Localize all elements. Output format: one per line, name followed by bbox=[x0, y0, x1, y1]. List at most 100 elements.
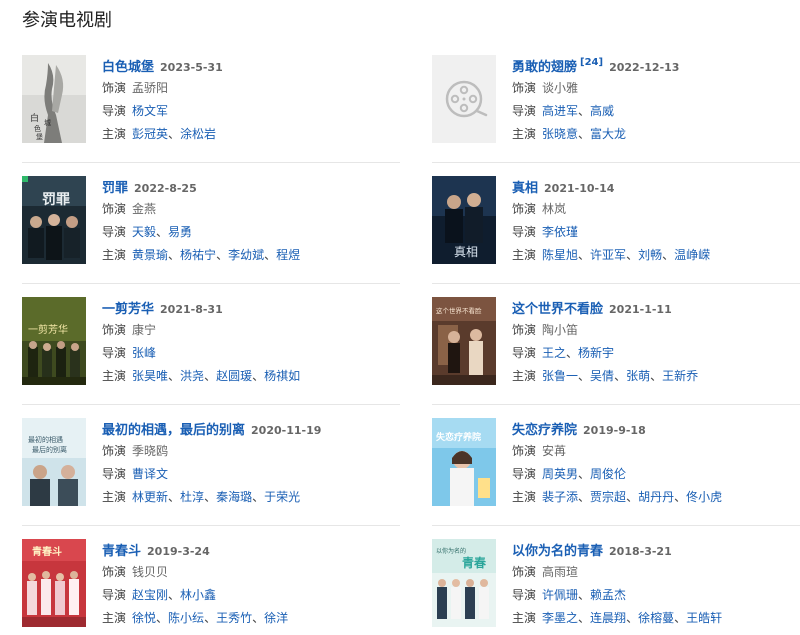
release-date: 2021-8-31 bbox=[160, 303, 223, 316]
star-line-link[interactable]: 胡丹丹 bbox=[638, 490, 674, 504]
white-castle-poster[interactable]: 白 色 城 堡 bbox=[22, 55, 86, 143]
work-title-link[interactable]: 白色城堡 bbox=[102, 60, 154, 75]
star-line-label: 主演 bbox=[102, 611, 127, 625]
director-line-link[interactable]: 天毅 bbox=[132, 225, 156, 239]
star-line-link[interactable]: 程煜 bbox=[276, 248, 300, 262]
role-line-value: 钱贝贝 bbox=[132, 565, 169, 579]
separator: 、 bbox=[578, 467, 591, 481]
star-line-link[interactable]: 张萌 bbox=[626, 369, 650, 383]
star-line-label: 主演 bbox=[512, 248, 537, 262]
director-line-link[interactable]: 周俊伦 bbox=[590, 467, 626, 481]
youth-fight-poster[interactable]: 青春斗 bbox=[22, 539, 86, 627]
work-title-link[interactable]: 失恋疗养院 bbox=[512, 423, 577, 438]
star-line-link[interactable]: 洪尧 bbox=[180, 369, 204, 383]
row-divider bbox=[22, 404, 400, 405]
director-line-link[interactable]: 曹译文 bbox=[132, 467, 168, 481]
role-line: 饰演 安苒 bbox=[512, 440, 800, 463]
director-line: 导演 杨文军 bbox=[102, 100, 402, 123]
star-line-link[interactable]: 吴倩 bbox=[590, 369, 614, 383]
star-line-link[interactable]: 许亚军 bbox=[590, 248, 626, 262]
director-line-label: 导演 bbox=[102, 588, 127, 602]
director-line-link[interactable]: 林小鑫 bbox=[180, 588, 216, 602]
director-line-link[interactable]: 杨新宇 bbox=[578, 346, 614, 360]
separator: 、 bbox=[252, 611, 265, 625]
work-title-link[interactable]: 罚罪 bbox=[102, 181, 128, 196]
reference-link[interactable]: [24] bbox=[580, 57, 603, 68]
svg-text:罚罪: 罚罪 bbox=[42, 192, 70, 208]
work-title-link[interactable]: 以你为名的青春 bbox=[512, 544, 603, 559]
separator: 、 bbox=[578, 588, 591, 602]
youth-in-your-name-poster[interactable]: 以你为名的 青春 bbox=[432, 539, 496, 627]
star-line-link[interactable]: 富大龙 bbox=[590, 127, 626, 141]
star-line-link[interactable]: 裴子添 bbox=[542, 490, 578, 504]
director-line-link[interactable]: 周英男 bbox=[542, 467, 578, 481]
work-title-link[interactable]: 最初的相遇，最后的别离 bbox=[102, 423, 245, 438]
star-line-link[interactable]: 张昊唯 bbox=[132, 369, 168, 383]
star-line-link[interactable]: 刘畅 bbox=[638, 248, 662, 262]
first-meeting-poster[interactable]: 最初的相遇 最后的别离 bbox=[22, 418, 86, 506]
svg-text:失恋疗养院: 失恋疗养院 bbox=[436, 431, 481, 443]
work-info: 以你为名的青春 2018-3-21 饰演 高雨瑄 导演 许佩珊、赖孟杰 主演 李墨之、连晨翔、… bbox=[512, 539, 800, 630]
star-line-link[interactable]: 陈小纭 bbox=[168, 611, 204, 625]
star-line-link[interactable]: 彭冠英 bbox=[132, 127, 168, 141]
world-not-face-poster[interactable]: 这个世界不看脸 bbox=[432, 297, 496, 385]
director-line-link[interactable]: 易勇 bbox=[168, 225, 192, 239]
star-line-link[interactable]: 徐悦 bbox=[132, 611, 156, 625]
star-line-link[interactable]: 涂松岩 bbox=[180, 127, 216, 141]
star-line-link[interactable]: 黄景瑜 bbox=[132, 248, 168, 262]
work-title-link[interactable]: 真相 bbox=[512, 181, 538, 196]
star-line-label: 主演 bbox=[102, 490, 127, 504]
work-title-link[interactable]: 勇敢的翅膀 bbox=[512, 60, 577, 75]
work-title-link[interactable]: 一剪芳华 bbox=[102, 302, 154, 317]
star-line-link[interactable]: 于荣光 bbox=[264, 490, 300, 504]
role-line-value: 谈小雅 bbox=[542, 81, 579, 95]
star-line-link[interactable]: 贾宗超 bbox=[590, 490, 626, 504]
star-line-link[interactable]: 陈星旭 bbox=[542, 248, 578, 262]
director-line-link[interactable]: 许佩珊 bbox=[542, 588, 578, 602]
star-line-link[interactable]: 秦海璐 bbox=[216, 490, 252, 504]
star-line-link[interactable]: 杨祐宁 bbox=[180, 248, 216, 262]
star-line-link[interactable]: 徐洋 bbox=[264, 611, 288, 625]
yi-jian-fang-hua-poster[interactable]: 一剪芳华 bbox=[22, 297, 86, 385]
director-line-link[interactable]: 高威 bbox=[590, 104, 614, 118]
star-line-link[interactable]: 温峥嵘 bbox=[674, 248, 710, 262]
director-line-link[interactable]: 赖孟杰 bbox=[590, 588, 626, 602]
role-line-label: 饰演 bbox=[512, 565, 537, 579]
star-line-link[interactable]: 张晓意 bbox=[542, 127, 578, 141]
separator: 、 bbox=[626, 611, 639, 625]
truth-poster[interactable]: 真相 bbox=[432, 176, 496, 264]
role-line-value: 安苒 bbox=[542, 444, 567, 458]
star-line-link[interactable]: 张鲁一 bbox=[542, 369, 578, 383]
star-line-link[interactable]: 杜淳 bbox=[180, 490, 204, 504]
punishment-poster[interactable]: 罚罪 bbox=[22, 176, 86, 264]
lovelorn-sanatorium-poster[interactable]: 失恋疗养院 bbox=[432, 418, 496, 506]
film-reel-placeholder-icon[interactable] bbox=[432, 55, 496, 143]
director-line-link[interactable]: 李依瑾 bbox=[542, 225, 578, 239]
director-line-link[interactable]: 赵宝刚 bbox=[132, 588, 168, 602]
separator: 、 bbox=[578, 490, 591, 504]
work-title-link[interactable]: 青春斗 bbox=[102, 544, 141, 559]
director-line-link[interactable]: 高进军 bbox=[542, 104, 578, 118]
star-line-link[interactable]: 李幼斌 bbox=[228, 248, 264, 262]
director-line: 导演 高进军、高威 bbox=[512, 100, 800, 123]
star-line: 主演 张昊唯、洪尧、赵圆瑗、杨祺如 bbox=[102, 365, 402, 388]
star-line-link[interactable]: 佟小虎 bbox=[686, 490, 722, 504]
director-line-link[interactable]: 张峰 bbox=[132, 346, 156, 360]
row-divider bbox=[432, 404, 800, 405]
work-title-link[interactable]: 这个世界不看脸 bbox=[512, 302, 603, 317]
tv-work-card: 最初的相遇 最后的别离 最初的相遇，最后的别离 2020-11-19 饰演 季晓鸥 导演… bbox=[22, 418, 412, 514]
star-line-link[interactable]: 王新乔 bbox=[662, 369, 698, 383]
star-line-link[interactable]: 王皓轩 bbox=[686, 611, 722, 625]
star-line-link[interactable]: 杨祺如 bbox=[264, 369, 300, 383]
director-line-link[interactable]: 王之 bbox=[542, 346, 566, 360]
star-line-link[interactable]: 林更新 bbox=[132, 490, 168, 504]
tv-work-card: 失恋疗养院 失恋疗养院 2019-9-18 饰演 安苒 导演 周英男、周俊伦 主演 裴子添、贾… bbox=[432, 418, 800, 514]
star-line-link[interactable]: 连晨翔 bbox=[590, 611, 626, 625]
star-line-link[interactable]: 王秀竹 bbox=[216, 611, 252, 625]
star-line-link[interactable]: 徐榕蔓 bbox=[638, 611, 674, 625]
separator: 、 bbox=[674, 611, 687, 625]
star-line-link[interactable]: 李墨之 bbox=[542, 611, 578, 625]
star-line-link[interactable]: 赵圆瑗 bbox=[216, 369, 252, 383]
star-line: 主演 彭冠英、涂松岩 bbox=[102, 123, 402, 146]
director-line-link[interactable]: 杨文军 bbox=[132, 104, 168, 118]
